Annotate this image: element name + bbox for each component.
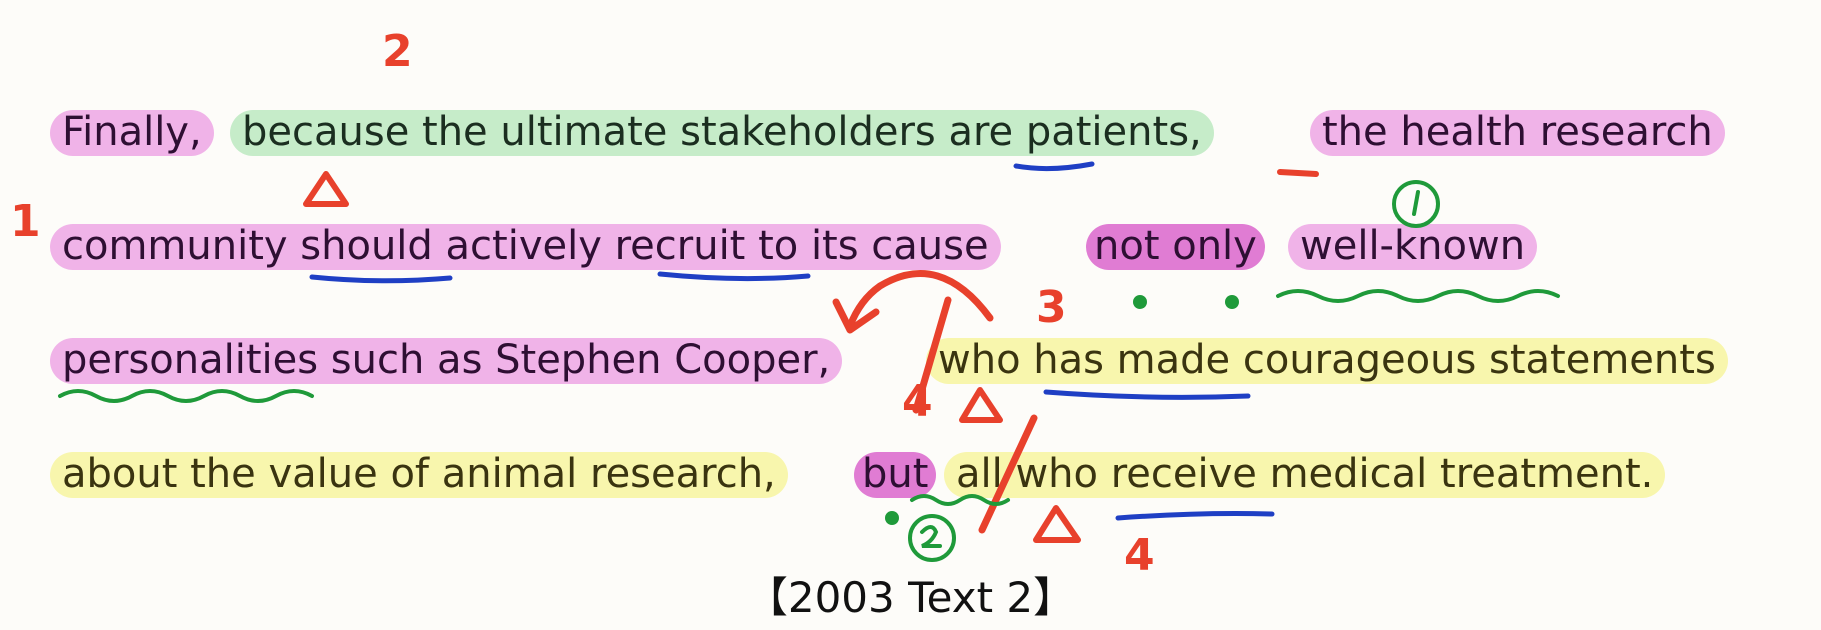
segment-attributive-clause: who has made courageous statements	[926, 334, 1728, 386]
annotation-number-3: 3	[1036, 282, 1067, 333]
text-but: but	[862, 451, 929, 497]
annotation-number-4b: 4	[1124, 530, 1155, 581]
text-personalities: personalities such as Stephen Cooper,	[62, 337, 831, 383]
segment-adverbial-clause: because the ultimate stakeholders are pa…	[230, 106, 1214, 158]
annotation-number-4: 4	[902, 376, 933, 427]
passage-line-2: community should actively recruit to its…	[0, 212, 1821, 282]
source-citation: 【2003 Text 2】	[745, 573, 1076, 622]
segment-conjunction-but: but	[854, 448, 937, 500]
segment-object-clause: all who receive medical treatment.	[944, 448, 1666, 500]
text-all-who-receive: all who receive medical treatment.	[956, 451, 1654, 497]
segment-main-clause: well-known	[1288, 220, 1538, 272]
segment-main-clause: community should actively recruit to its…	[50, 220, 1001, 272]
text-about-value: about the value of animal research,	[62, 451, 776, 497]
text-finally: Finally,	[62, 109, 202, 155]
annotation-layer	[58, 161, 1560, 562]
text-well-known: well-known	[1300, 223, 1526, 269]
annotation-number-1: 1	[10, 196, 41, 247]
segment-main-clause: personalities such as Stephen Cooper,	[50, 334, 843, 386]
segment-main-clause: the health research	[1310, 106, 1725, 158]
text-health-research: the health research	[1322, 109, 1713, 155]
segment-main-clause: Finally,	[50, 106, 214, 158]
segment-attributive-clause: about the value of animal research,	[50, 448, 788, 500]
annotation-number-2: 2	[382, 26, 413, 77]
text-not-only: not only	[1094, 223, 1257, 269]
text-because-clause: because the ultimate stakeholders are pa…	[242, 109, 1202, 155]
segment-conjunction-not-only: not only	[1086, 220, 1265, 272]
text-community: community should actively recruit to its…	[62, 223, 989, 269]
passage-line-4: about the value of animal research, but …	[0, 440, 1821, 510]
text-who-has-made: who has made courageous statements	[938, 337, 1716, 383]
passage-line-1: Finally, because the ultimate stakeholde…	[0, 98, 1821, 168]
